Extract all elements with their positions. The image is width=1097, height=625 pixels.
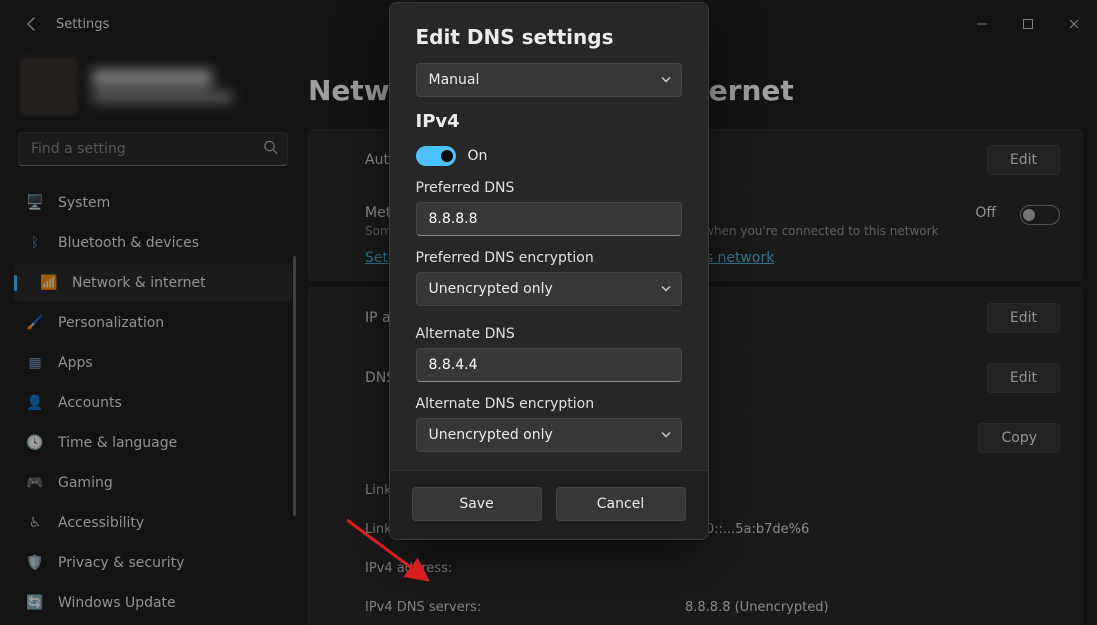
- ipv4-toggle-label: On: [468, 148, 488, 164]
- mode-select-value: Manual: [416, 63, 682, 97]
- preferred-dns-label: Preferred DNS: [416, 180, 682, 196]
- ipv4-heading: IPv4: [416, 111, 682, 132]
- preferred-dns-enc-label: Preferred DNS encryption: [416, 250, 682, 266]
- ipv4-toggle[interactable]: [416, 146, 456, 166]
- alternate-dns-input[interactable]: [416, 348, 682, 382]
- modal-overlay: Edit DNS settings Manual IPv4 On Preferr…: [0, 0, 1097, 625]
- cancel-button[interactable]: Cancel: [556, 487, 686, 521]
- preferred-dns-input[interactable]: [416, 202, 682, 236]
- mode-select[interactable]: Manual: [416, 63, 682, 97]
- chevron-down-icon: [660, 71, 672, 90]
- chevron-down-icon: [660, 426, 672, 445]
- save-button[interactable]: Save: [412, 487, 542, 521]
- preferred-dns-enc-value: Unencrypted only: [416, 272, 682, 306]
- chevron-down-icon: [660, 280, 672, 299]
- alternate-dns-enc-select[interactable]: Unencrypted only: [416, 418, 682, 452]
- edit-dns-dialog: Edit DNS settings Manual IPv4 On Preferr…: [389, 2, 709, 540]
- alternate-dns-enc-label: Alternate DNS encryption: [416, 396, 682, 412]
- alternate-dns-enc-value: Unencrypted only: [416, 418, 682, 452]
- dialog-actions: Save Cancel: [390, 470, 708, 539]
- dialog-title: Edit DNS settings: [416, 25, 682, 49]
- alternate-dns-label: Alternate DNS: [416, 326, 682, 342]
- preferred-dns-enc-select[interactable]: Unencrypted only: [416, 272, 682, 306]
